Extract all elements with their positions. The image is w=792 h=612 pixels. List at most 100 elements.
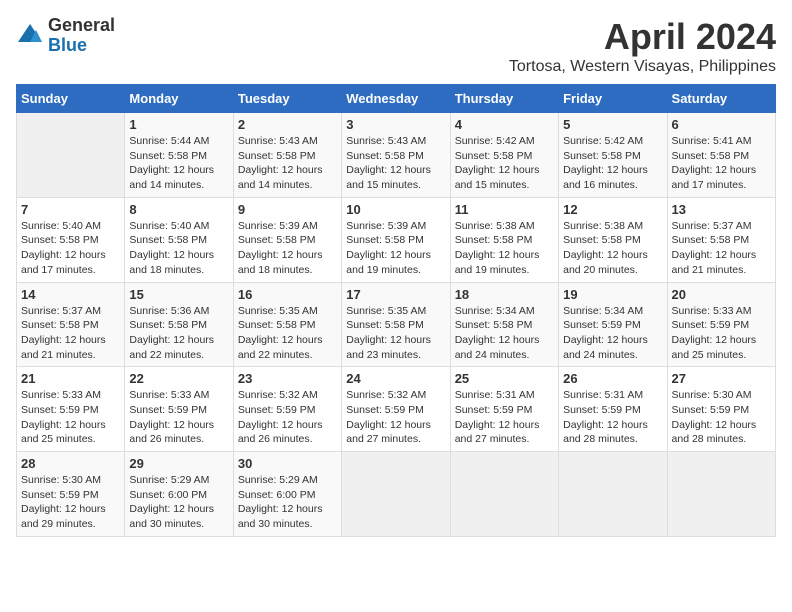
calendar-cell: 15Sunrise: 5:36 AM Sunset: 5:58 PM Dayli… xyxy=(125,282,233,367)
day-number: 21 xyxy=(21,371,120,386)
day-number: 30 xyxy=(238,456,337,471)
calendar-cell: 10 Sunrise: 5:39 AM Sunset: 5:58 PM Dayli… xyxy=(342,197,450,282)
logo-icon xyxy=(16,22,44,50)
day-number: 5 xyxy=(563,117,662,132)
calendar-cell: 25 Sunrise: 5:31 AM Sunset: 5:59 PM Dayli… xyxy=(450,367,558,452)
calendar-cell: 8Sunrise: 5:40 AM Sunset: 5:58 PM Daylig… xyxy=(125,197,233,282)
calendar-cell: 12Sunrise: 5:38 AM Sunset: 5:58 PM Dayli… xyxy=(559,197,667,282)
logo-general: General xyxy=(48,16,115,36)
calendar-cell: 27 Sunrise: 5:30 AM Sunset: 5:59 PM Dayli… xyxy=(667,367,775,452)
day-number: 14 xyxy=(21,287,120,302)
day-number: 10 xyxy=(346,202,445,217)
calendar-cell: 22 Sunrise: 5:33 AM Sunset: 5:59 PM Dayli… xyxy=(125,367,233,452)
calendar-cell: 16 Sunrise: 5:35 AM Sunset: 5:58 PM Dayli… xyxy=(233,282,341,367)
logo-blue: Blue xyxy=(48,36,115,56)
day-info: Sunrise: 5:44 AM Sunset: 5:58 PM Dayligh… xyxy=(129,134,228,193)
header-cell: Tuesday xyxy=(233,85,341,113)
day-info: Sunrise: 5:32 AM Sunset: 5:59 PM Dayligh… xyxy=(346,388,445,447)
day-number: 25 xyxy=(455,371,554,386)
calendar-week-row: 21 Sunrise: 5:33 AM Sunset: 5:59 PM Dayli… xyxy=(17,367,776,452)
day-info: Sunrise: 5:31 AM Sunset: 5:59 PM Dayligh… xyxy=(455,388,554,447)
calendar-cell: 17Sunrise: 5:35 AM Sunset: 5:58 PM Dayli… xyxy=(342,282,450,367)
day-info: Sunrise: 5:34 AM Sunset: 5:59 PM Dayligh… xyxy=(563,304,662,363)
day-number: 13 xyxy=(672,202,771,217)
calendar-week-row: 7 Sunrise: 5:40 AM Sunset: 5:58 PM Daylig… xyxy=(17,197,776,282)
calendar-cell: 20 Sunrise: 5:33 AM Sunset: 5:59 PM Dayli… xyxy=(667,282,775,367)
calendar-cell: 29Sunrise: 5:29 AM Sunset: 6:00 PM Dayli… xyxy=(125,452,233,537)
logo: General Blue xyxy=(16,16,115,56)
day-info: Sunrise: 5:33 AM Sunset: 5:59 PM Dayligh… xyxy=(129,388,228,447)
day-number: 7 xyxy=(21,202,120,217)
day-number: 4 xyxy=(455,117,554,132)
calendar-cell: 14 Sunrise: 5:37 AM Sunset: 5:58 PM Dayli… xyxy=(17,282,125,367)
calendar-cell: 30Sunrise: 5:29 AM Sunset: 6:00 PM Dayli… xyxy=(233,452,341,537)
day-number: 1 xyxy=(129,117,228,132)
day-number: 18 xyxy=(455,287,554,302)
location-title: Tortosa, Western Visayas, Philippines xyxy=(509,58,776,76)
day-info: Sunrise: 5:38 AM Sunset: 5:58 PM Dayligh… xyxy=(563,219,662,278)
day-info: Sunrise: 5:37 AM Sunset: 5:58 PM Dayligh… xyxy=(21,304,120,363)
calendar-cell: 13 Sunrise: 5:37 AM Sunset: 5:58 PM Dayli… xyxy=(667,197,775,282)
day-info: Sunrise: 5:39 AM Sunset: 5:58 PM Dayligh… xyxy=(346,219,445,278)
day-info: Sunrise: 5:36 AM Sunset: 5:58 PM Dayligh… xyxy=(129,304,228,363)
day-info: Sunrise: 5:32 AM Sunset: 5:59 PM Dayligh… xyxy=(238,388,337,447)
title-block: April 2024 Tortosa, Western Visayas, Phi… xyxy=(509,16,776,76)
day-number: 23 xyxy=(238,371,337,386)
header-row: SundayMondayTuesdayWednesdayThursdayFrid… xyxy=(17,85,776,113)
day-info: Sunrise: 5:29 AM Sunset: 6:00 PM Dayligh… xyxy=(129,473,228,532)
header-cell: Thursday xyxy=(450,85,558,113)
day-number: 16 xyxy=(238,287,337,302)
calendar-cell xyxy=(667,452,775,537)
day-number: 11 xyxy=(455,202,554,217)
day-info: Sunrise: 5:31 AM Sunset: 5:59 PM Dayligh… xyxy=(563,388,662,447)
day-number: 24 xyxy=(346,371,445,386)
calendar-cell xyxy=(559,452,667,537)
calendar-cell xyxy=(342,452,450,537)
calendar-cell: 1 Sunrise: 5:44 AM Sunset: 5:58 PM Daylig… xyxy=(125,113,233,198)
calendar-cell: 5 Sunrise: 5:42 AM Sunset: 5:58 PM Daylig… xyxy=(559,113,667,198)
calendar-body: 1 Sunrise: 5:44 AM Sunset: 5:58 PM Daylig… xyxy=(17,113,776,537)
day-info: Sunrise: 5:39 AM Sunset: 5:58 PM Dayligh… xyxy=(238,219,337,278)
calendar-cell: 28 Sunrise: 5:30 AM Sunset: 5:59 PM Dayli… xyxy=(17,452,125,537)
calendar-week-row: 14 Sunrise: 5:37 AM Sunset: 5:58 PM Dayli… xyxy=(17,282,776,367)
calendar-cell: 18 Sunrise: 5:34 AM Sunset: 5:58 PM Dayli… xyxy=(450,282,558,367)
calendar-cell: 7 Sunrise: 5:40 AM Sunset: 5:58 PM Daylig… xyxy=(17,197,125,282)
day-number: 20 xyxy=(672,287,771,302)
month-title: April 2024 xyxy=(509,16,776,58)
day-number: 28 xyxy=(21,456,120,471)
day-info: Sunrise: 5:40 AM Sunset: 5:58 PM Dayligh… xyxy=(21,219,120,278)
day-number: 26 xyxy=(563,371,662,386)
calendar-cell: 26 Sunrise: 5:31 AM Sunset: 5:59 PM Dayli… xyxy=(559,367,667,452)
calendar-cell: 21 Sunrise: 5:33 AM Sunset: 5:59 PM Dayli… xyxy=(17,367,125,452)
header-cell: Saturday xyxy=(667,85,775,113)
calendar-cell: 19 Sunrise: 5:34 AM Sunset: 5:59 PM Dayli… xyxy=(559,282,667,367)
day-info: Sunrise: 5:43 AM Sunset: 5:58 PM Dayligh… xyxy=(346,134,445,193)
day-info: Sunrise: 5:41 AM Sunset: 5:58 PM Dayligh… xyxy=(672,134,771,193)
day-number: 19 xyxy=(563,287,662,302)
header-cell: Friday xyxy=(559,85,667,113)
day-info: Sunrise: 5:35 AM Sunset: 5:58 PM Dayligh… xyxy=(346,304,445,363)
calendar-cell: 4Sunrise: 5:42 AM Sunset: 5:58 PM Daylig… xyxy=(450,113,558,198)
calendar-cell xyxy=(17,113,125,198)
day-number: 2 xyxy=(238,117,337,132)
day-number: 22 xyxy=(129,371,228,386)
day-info: Sunrise: 5:42 AM Sunset: 5:58 PM Dayligh… xyxy=(563,134,662,193)
day-info: Sunrise: 5:30 AM Sunset: 5:59 PM Dayligh… xyxy=(21,473,120,532)
day-info: Sunrise: 5:35 AM Sunset: 5:58 PM Dayligh… xyxy=(238,304,337,363)
day-info: Sunrise: 5:33 AM Sunset: 5:59 PM Dayligh… xyxy=(21,388,120,447)
day-info: Sunrise: 5:30 AM Sunset: 5:59 PM Dayligh… xyxy=(672,388,771,447)
day-number: 27 xyxy=(672,371,771,386)
header-cell: Sunday xyxy=(17,85,125,113)
header-cell: Monday xyxy=(125,85,233,113)
calendar-cell: 11Sunrise: 5:38 AM Sunset: 5:58 PM Dayli… xyxy=(450,197,558,282)
day-number: 9 xyxy=(238,202,337,217)
calendar-cell: 9 Sunrise: 5:39 AM Sunset: 5:58 PM Daylig… xyxy=(233,197,341,282)
day-info: Sunrise: 5:37 AM Sunset: 5:58 PM Dayligh… xyxy=(672,219,771,278)
header-cell: Wednesday xyxy=(342,85,450,113)
calendar-table: SundayMondayTuesdayWednesdayThursdayFrid… xyxy=(16,84,776,537)
day-info: Sunrise: 5:33 AM Sunset: 5:59 PM Dayligh… xyxy=(672,304,771,363)
calendar-cell: 2Sunrise: 5:43 AM Sunset: 5:58 PM Daylig… xyxy=(233,113,341,198)
logo-text: General Blue xyxy=(48,16,115,56)
day-info: Sunrise: 5:34 AM Sunset: 5:58 PM Dayligh… xyxy=(455,304,554,363)
calendar-week-row: 28 Sunrise: 5:30 AM Sunset: 5:59 PM Dayli… xyxy=(17,452,776,537)
